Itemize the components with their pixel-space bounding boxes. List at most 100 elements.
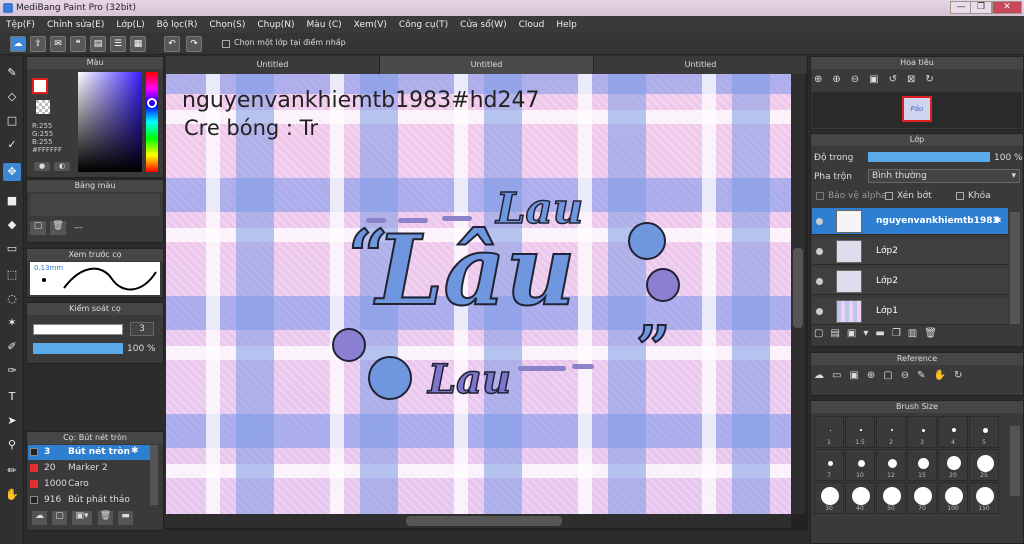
image-icon[interactable]: ▣ — [849, 370, 866, 381]
tab-untitled-2[interactable]: Untitled — [380, 56, 594, 74]
brush-size-cell[interactable]: 12 — [876, 449, 906, 481]
lasso-tool-icon[interactable]: ◌ — [3, 290, 21, 308]
zoom-in-icon[interactable]: ⊕ — [867, 370, 883, 381]
brush-size-cell[interactable]: 25 — [969, 449, 999, 481]
list-icon[interactable]: ☰ — [110, 36, 126, 52]
vertical-scrollbar[interactable] — [791, 74, 805, 514]
menu-layer[interactable]: Lớp(L) — [116, 20, 144, 30]
brush-name-2[interactable]: Caro — [68, 479, 89, 489]
tab-untitled-3[interactable]: Untitled — [594, 56, 808, 74]
delete-layer-icon[interactable]: 🗑 — [924, 328, 944, 339]
vertical-scroll-thumb[interactable] — [793, 248, 803, 328]
brush-list-scrollbar[interactable] — [150, 445, 158, 505]
select-eraser-icon[interactable]: ✑ — [3, 362, 21, 380]
brush-name-3[interactable]: Bút phát thảo — [68, 495, 130, 505]
brush-size-cell[interactable]: 1.5 — [845, 416, 875, 448]
layer-row-3[interactable]: Lớp1 — [812, 298, 1008, 325]
brush-opacity-slider[interactable] — [33, 343, 123, 354]
brush-size-cell[interactable]: 150 — [969, 482, 999, 514]
brush-size-cell[interactable]: 20 — [938, 449, 968, 481]
delete-brush-icon[interactable]: 🗑 — [98, 511, 113, 525]
horizontal-scroll-thumb[interactable] — [406, 516, 562, 526]
fit-icon[interactable]: ▢ — [883, 370, 900, 381]
text-tool-icon[interactable]: T — [3, 388, 21, 406]
dot-tool-icon[interactable]: ✓ — [3, 136, 21, 154]
brush-size-cell[interactable]: 15 — [907, 449, 937, 481]
drawing-canvas[interactable]: nguyenvankhiemtb1983#hd247 Cre bóng : Tr… — [166, 74, 791, 514]
layer-row-0[interactable]: nguyenvankhiemtb1983 ✱ — [812, 208, 1008, 235]
zoom-in-icon[interactable]: ⊕ — [832, 74, 850, 85]
gradient-tool-icon[interactable]: ▭ — [3, 240, 21, 258]
fill-rect-tool-icon[interactable]: ■ — [3, 192, 21, 210]
menu-snap[interactable]: Chụp(N) — [257, 20, 294, 30]
brush-size-cell[interactable]: 10 — [845, 449, 875, 481]
minimize-button[interactable]: — — [950, 1, 972, 14]
comment-icon[interactable]: ✉ — [50, 36, 66, 52]
eraser-tool-icon[interactable]: ◇ — [3, 88, 21, 106]
zoom-fit-icon[interactable]: ⊕ — [814, 74, 832, 85]
visibility-eye-icon[interactable] — [816, 278, 823, 285]
maximize-button[interactable]: ❐ — [970, 1, 992, 14]
pen-tool-icon[interactable]: ✏ — [3, 462, 21, 480]
brush-size-value[interactable]: 3 — [130, 322, 154, 336]
new-layer-icon[interactable]: ▢ — [814, 328, 830, 339]
visibility-eye-icon[interactable] — [816, 248, 823, 255]
cloud-icon[interactable]: ☁ — [814, 370, 832, 381]
select-layer-checkbox[interactable] — [222, 40, 230, 48]
brush-size-cell[interactable]: 70 — [907, 482, 937, 514]
zoom-out-icon[interactable]: ⊖ — [851, 74, 869, 85]
rectangle-tool-icon[interactable]: □ — [3, 112, 21, 130]
brush-size-cell[interactable]: 2 — [876, 416, 906, 448]
add-layer-dropdown-icon[interactable]: ▣▾ — [847, 328, 875, 339]
hue-slider[interactable] — [146, 72, 158, 172]
magic-wand-icon[interactable]: ✶ — [3, 314, 21, 332]
tab-untitled-1[interactable]: Untitled — [166, 56, 380, 74]
background-color-swatch[interactable] — [36, 100, 50, 114]
brush-size-cell[interactable]: 5 — [969, 416, 999, 448]
color-saturation-picker[interactable] — [78, 72, 142, 172]
operation-tool-icon[interactable]: ➤ — [3, 412, 21, 430]
blend-mode-select[interactable]: Bình thường ▾ — [868, 169, 1020, 183]
hand-icon[interactable]: ✋ — [934, 370, 954, 381]
layers-scrollbar[interactable] — [1010, 212, 1020, 324]
fit-window-icon[interactable]: ▣ — [869, 74, 888, 85]
chat-icon[interactable]: ❝ — [70, 36, 86, 52]
brush-size-scrollbar[interactable] — [1010, 426, 1020, 496]
menu-filter[interactable]: Bộ lọc(R) — [157, 20, 198, 30]
hue-handle[interactable] — [147, 98, 157, 108]
brush-size-cell[interactable]: 1 — [814, 416, 844, 448]
brush-size-cell[interactable]: 50 — [876, 482, 906, 514]
rotate-right-icon[interactable]: ↻ — [925, 74, 943, 85]
brush-menu-icon[interactable]: ▣▾ — [72, 511, 92, 525]
brush-name-1[interactable]: Marker 2 — [68, 463, 108, 473]
menu-view[interactable]: Xem(V) — [354, 20, 387, 30]
rotate-left-icon[interactable]: ↺ — [889, 74, 907, 85]
cloud-brush-icon[interactable]: ☁ — [32, 511, 47, 525]
rotate-icon[interactable]: ↻ — [954, 370, 970, 381]
layer-row-1[interactable]: Lớp2 — [812, 238, 1008, 265]
layer-opacity-slider[interactable] — [868, 152, 990, 162]
clip-checkbox[interactable] — [885, 192, 893, 200]
add-brush-icon[interactable]: ▢ — [52, 511, 67, 525]
menu-file[interactable]: Tệp(F) — [6, 20, 35, 30]
upload-icon[interactable]: ⇪ — [30, 36, 46, 52]
brush-size-cell[interactable]: 4 — [938, 416, 968, 448]
menu-color[interactable]: Màu (C) — [307, 20, 342, 30]
foreground-color-swatch[interactable] — [32, 78, 48, 94]
select-tool-icon[interactable]: ⬚ — [3, 266, 21, 284]
eyedropper-tool-icon[interactable]: ⚲ — [3, 436, 21, 454]
duplicate-layer-icon[interactable]: ❐ — [892, 328, 908, 339]
select-pen-icon[interactable]: ✐ — [3, 338, 21, 356]
bucket-tool-icon[interactable]: ◆ — [3, 216, 21, 234]
protect-alpha-checkbox[interactable] — [816, 192, 824, 200]
brush-tool-icon[interactable]: ✎ — [3, 64, 21, 82]
layer-row-2[interactable]: Lớp2 — [812, 268, 1008, 295]
menu-edit[interactable]: Chỉnh sửa(E) — [47, 20, 104, 30]
swap-color-icon[interactable]: ◐ — [54, 162, 70, 171]
brush-size-slider[interactable] — [33, 324, 123, 335]
brush-size-cell[interactable]: 30 — [814, 482, 844, 514]
visibility-eye-icon[interactable] — [816, 308, 823, 315]
redo-icon[interactable]: ↷ — [186, 36, 202, 52]
brush-settings-icon[interactable]: ✱ — [131, 446, 139, 456]
folder-icon[interactable]: ▬ — [875, 328, 891, 339]
